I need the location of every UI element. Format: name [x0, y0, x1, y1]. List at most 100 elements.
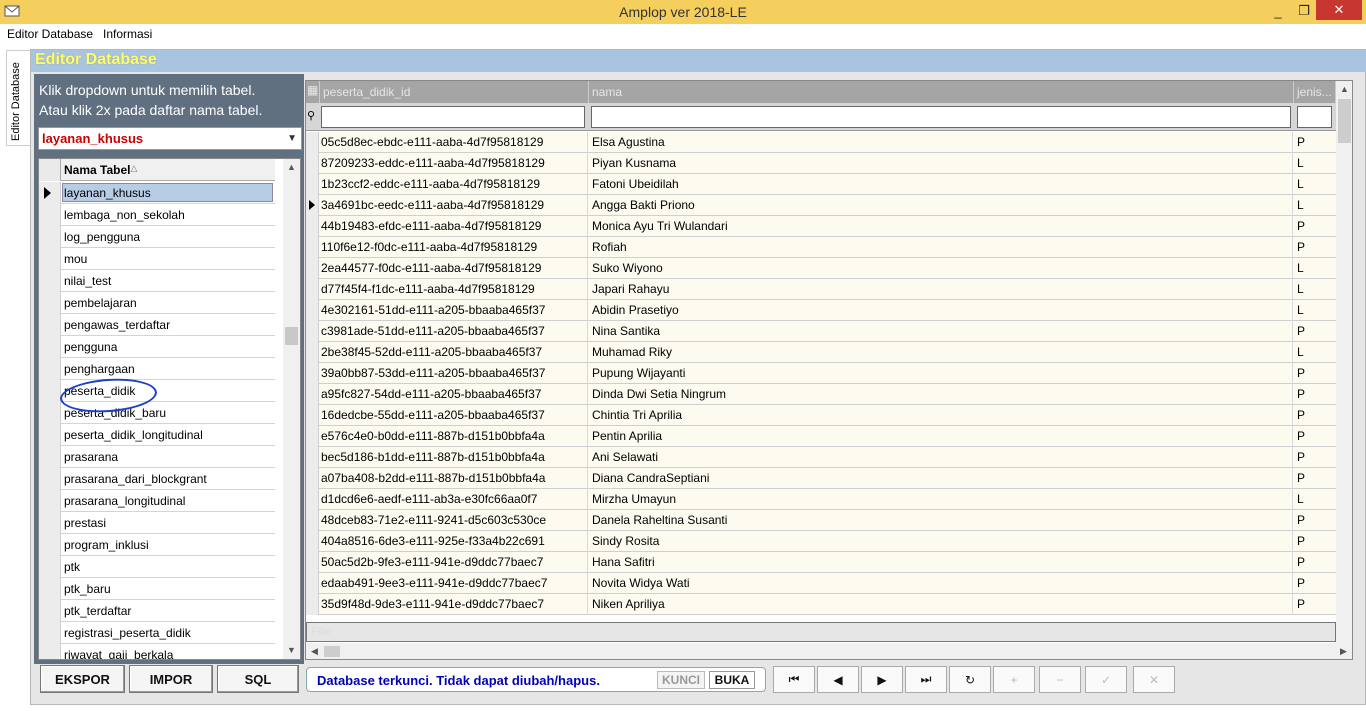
- column-header-peserta-didik-id[interactable]: peserta_didik_id: [320, 81, 589, 103]
- table-row[interactable]: 05c5d8ec-ebdc-e111-aaba-4d7f95818129 Elsa…: [306, 132, 1336, 153]
- cell-nama[interactable]: Fatoni Ubeidilah: [589, 174, 1293, 195]
- cell-jenis[interactable]: P: [1294, 405, 1336, 426]
- row-selector[interactable]: [39, 644, 61, 659]
- row-selector[interactable]: [39, 446, 61, 468]
- row-selector[interactable]: [39, 578, 61, 600]
- cell-nama[interactable]: Dinda Dwi Setia Ningrum: [589, 384, 1293, 405]
- nav-refresh-button[interactable]: ↻: [949, 666, 991, 693]
- table-row[interactable]: 35d9f48d-9de3-e111-941e-d9ddc77baec7 Nike…: [306, 594, 1336, 615]
- table-row[interactable]: 404a8516-6de3-e111-925e-f33a4b22c691 Sind…: [306, 531, 1336, 552]
- row-selector[interactable]: [39, 468, 61, 490]
- scroll-down-icon[interactable]: ▼: [283, 642, 300, 659]
- table-row[interactable]: c3981ade-51dd-e111-a205-bbaaba465f37 Nina…: [306, 321, 1336, 342]
- cell-nama[interactable]: Suko Wiyono: [589, 258, 1293, 279]
- close-button[interactable]: ✕: [1316, 0, 1362, 20]
- cell-peserta-didik-id[interactable]: 1b23ccf2-eddc-e111-aaba-4d7f95818129: [320, 174, 588, 195]
- row-selector[interactable]: [39, 292, 61, 314]
- row-selector[interactable]: [39, 600, 61, 622]
- table-row[interactable]: d1dcd6e6-aedf-e111-ab3a-e30fc66aa0f7 Mirz…: [306, 489, 1336, 510]
- row-selector[interactable]: [306, 468, 319, 489]
- table-list-item[interactable]: program_inklusi: [39, 534, 275, 556]
- cell-nama[interactable]: Angga Bakti Priono: [589, 195, 1293, 216]
- scroll-left-icon[interactable]: ◀: [306, 643, 323, 659]
- cell-peserta-didik-id[interactable]: 4e302161-51dd-e111-a205-bbaaba465f37: [320, 300, 588, 321]
- cell-peserta-didik-id[interactable]: 2ea44577-f0dc-e111-aaba-4d7f95818129: [320, 258, 588, 279]
- row-selector[interactable]: [39, 270, 61, 292]
- row-selector[interactable]: [39, 182, 61, 204]
- cell-peserta-didik-id[interactable]: c3981ade-51dd-e111-a205-bbaaba465f37: [320, 321, 588, 342]
- cell-peserta-didik-id[interactable]: 48dceb83-71e2-e111-9241-d5c603c530ce: [320, 510, 588, 531]
- menu-informasi[interactable]: Informasi: [103, 27, 152, 41]
- filter-input-nama[interactable]: [591, 106, 1291, 128]
- row-selector[interactable]: [306, 216, 319, 237]
- cell-jenis[interactable]: P: [1294, 237, 1336, 258]
- table-row[interactable]: 87209233-eddc-e111-aaba-4d7f95818129 Piya…: [306, 153, 1336, 174]
- cell-peserta-didik-id[interactable]: a95fc827-54dd-e111-a205-bbaaba465f37: [320, 384, 588, 405]
- table-row[interactable]: edaab491-9ee3-e111-941e-d9ddc77baec7 Novi…: [306, 573, 1336, 594]
- cell-peserta-didik-id[interactable]: 50ac5d2b-9fe3-e111-941e-d9ddc77baec7: [320, 552, 588, 573]
- table-row[interactable]: a07ba408-b2dd-e111-887b-d151b0bbfa4a Dian…: [306, 468, 1336, 489]
- row-selector[interactable]: [39, 534, 61, 556]
- row-selector[interactable]: [39, 402, 61, 424]
- table-row[interactable]: 2ea44577-f0dc-e111-aaba-4d7f95818129 Suko…: [306, 258, 1336, 279]
- row-selector[interactable]: [39, 556, 61, 578]
- grid-horizontal-scrollbar[interactable]: ◀ ▶: [306, 643, 1352, 659]
- cell-jenis[interactable]: P: [1294, 594, 1336, 615]
- cell-peserta-didik-id[interactable]: edaab491-9ee3-e111-941e-d9ddc77baec7: [320, 573, 588, 594]
- table-row[interactable]: 4e302161-51dd-e111-a205-bbaaba465f37 Abid…: [306, 300, 1336, 321]
- grid-menu-icon[interactable]: ▦: [306, 81, 320, 103]
- row-selector[interactable]: [39, 358, 61, 380]
- cell-nama[interactable]: Diana CandraSeptiani: [589, 468, 1293, 489]
- nav-cancel-button[interactable]: ✕: [1133, 666, 1175, 693]
- cell-jenis[interactable]: P: [1294, 363, 1336, 384]
- maximize-button[interactable]: ❐: [1290, 0, 1318, 22]
- cell-nama[interactable]: Monica Ayu Tri Wulandari: [589, 216, 1293, 237]
- table-list-item[interactable]: ptk: [39, 556, 275, 578]
- cell-peserta-didik-id[interactable]: 87209233-eddc-e111-aaba-4d7f95818129: [320, 153, 588, 174]
- table-list-item[interactable]: pembelajaran: [39, 292, 275, 314]
- cell-nama[interactable]: Ani Selawati: [589, 447, 1293, 468]
- row-selector[interactable]: [39, 512, 61, 534]
- table-row[interactable]: 2be38f45-52dd-e111-a205-bbaaba465f37 Muha…: [306, 342, 1336, 363]
- filter-input-peserta-didik-id[interactable]: [321, 106, 585, 128]
- cell-peserta-didik-id[interactable]: d1dcd6e6-aedf-e111-ab3a-e30fc66aa0f7: [320, 489, 588, 510]
- nav-first-button[interactable]: ⏮: [773, 666, 815, 693]
- row-selector[interactable]: [306, 300, 319, 321]
- cell-peserta-didik-id[interactable]: 16dedcbe-55dd-e111-a205-bbaaba465f37: [320, 405, 588, 426]
- cell-nama[interactable]: Muhamad Riky: [589, 342, 1293, 363]
- row-selector[interactable]: [39, 622, 61, 644]
- table-list-item[interactable]: prasarana_longitudinal: [39, 490, 275, 512]
- table-list-item[interactable]: penghargaan: [39, 358, 275, 380]
- grid-vertical-scrollbar[interactable]: ▲: [1336, 81, 1352, 647]
- cell-nama[interactable]: Nina Santika: [589, 321, 1293, 342]
- row-selector[interactable]: [306, 174, 319, 195]
- cell-nama[interactable]: Pupung Wijayanti: [589, 363, 1293, 384]
- row-selector[interactable]: [306, 279, 319, 300]
- table-row[interactable]: 3a4691bc-eedc-e111-aaba-4d7f95818129 Angg…: [306, 195, 1336, 216]
- row-selector[interactable]: [39, 204, 61, 226]
- row-selector[interactable]: [306, 594, 319, 615]
- table-row[interactable]: 16dedcbe-55dd-e111-a205-bbaaba465f37 Chin…: [306, 405, 1336, 426]
- unlock-button[interactable]: BUKA: [709, 671, 755, 689]
- row-selector[interactable]: [306, 489, 319, 510]
- cell-nama[interactable]: Abidin Prasetiyo: [589, 300, 1293, 321]
- column-header-nama-tabel[interactable]: Nama Tabel△: [64, 163, 137, 177]
- scroll-thumb[interactable]: [324, 646, 340, 657]
- row-selector[interactable]: [306, 258, 319, 279]
- cell-nama[interactable]: Sindy Rosita: [589, 531, 1293, 552]
- cell-peserta-didik-id[interactable]: 05c5d8ec-ebdc-e111-aaba-4d7f95818129: [320, 132, 588, 153]
- row-selector[interactable]: [306, 573, 319, 594]
- row-selector[interactable]: [306, 195, 319, 216]
- table-list-item[interactable]: prestasi: [39, 512, 275, 534]
- table-row[interactable]: 48dceb83-71e2-e111-9241-d5c603c530ce Dane…: [306, 510, 1336, 531]
- cell-nama[interactable]: Niken Apriliya: [589, 594, 1293, 615]
- table-list-item[interactable]: riwayat_gaji_berkala: [39, 644, 275, 659]
- nav-prev-button[interactable]: ◀: [817, 666, 859, 693]
- cell-nama[interactable]: Hana Safitri: [589, 552, 1293, 573]
- table-row[interactable]: 39a0bb87-53dd-e111-a205-bbaaba465f37 Pupu…: [306, 363, 1336, 384]
- cell-jenis[interactable]: P: [1294, 426, 1336, 447]
- row-selector[interactable]: [306, 405, 319, 426]
- column-header-nama[interactable]: nama: [589, 81, 1294, 103]
- row-selector[interactable]: [306, 531, 319, 552]
- cell-peserta-didik-id[interactable]: 3a4691bc-eedc-e111-aaba-4d7f95818129: [320, 195, 588, 216]
